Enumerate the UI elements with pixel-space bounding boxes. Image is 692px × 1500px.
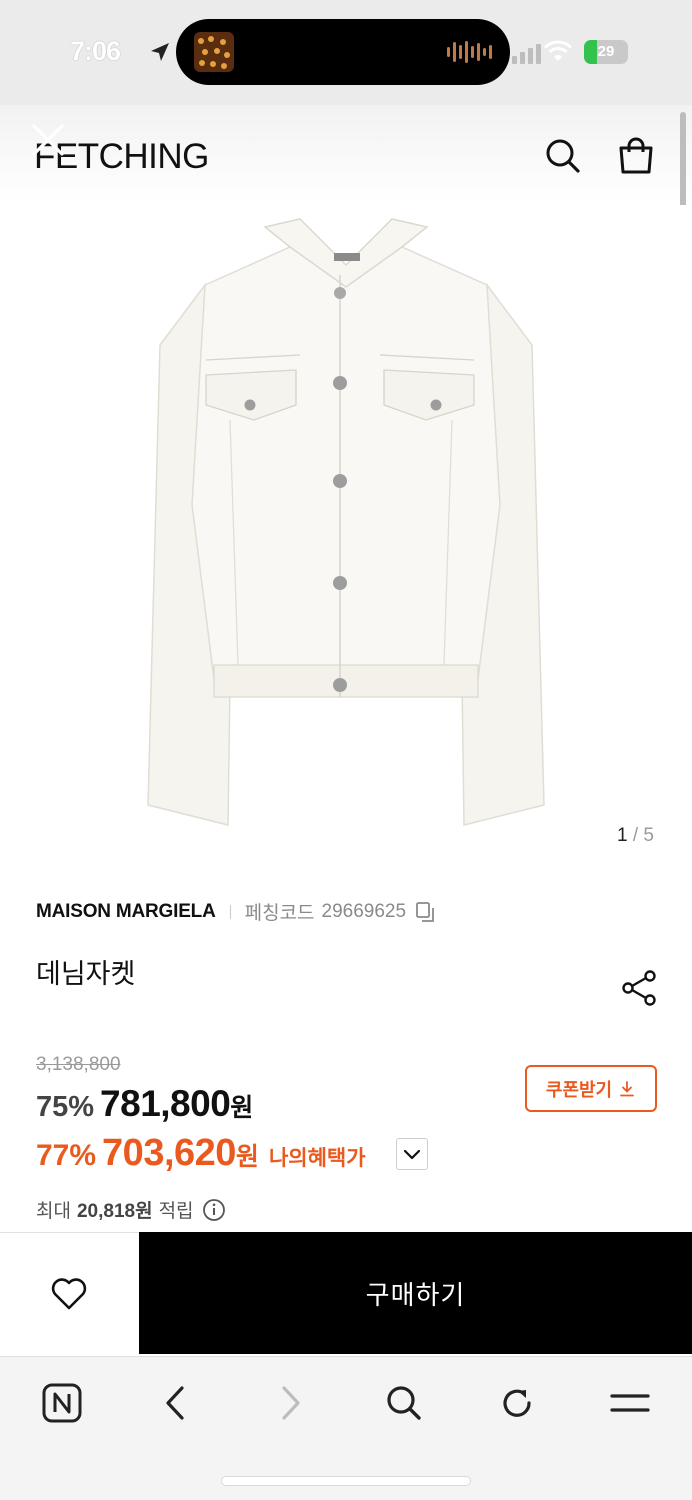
- points-amount: 20,818원: [76, 1201, 153, 1222]
- benefit-price-label: 나의혜택가: [268, 1147, 366, 1170]
- points-prefix: 최대: [36, 1201, 71, 1222]
- search-icon[interactable]: [380, 1379, 428, 1427]
- battery-percent: 29: [597, 43, 615, 60]
- product-image[interactable]: [0, 205, 692, 855]
- dynamic-island[interactable]: [176, 19, 510, 85]
- menu-icon[interactable]: [606, 1379, 654, 1427]
- sale-price: 781,800: [100, 1083, 231, 1124]
- share-icon[interactable]: [620, 968, 660, 1008]
- image-counter: 1 / 5: [617, 825, 654, 847]
- wifi-icon: [543, 40, 573, 61]
- image-counter-separator: /: [632, 825, 639, 846]
- points-line: 최대 20,818원 적립: [36, 1196, 226, 1223]
- brand-name[interactable]: MAISON MARGIELA: [36, 901, 216, 923]
- points-suffix: 적립: [158, 1201, 194, 1222]
- home-indicator[interactable]: [222, 1477, 470, 1485]
- buy-button[interactable]: 구매하기: [139, 1232, 692, 1354]
- image-counter-current: 1: [617, 825, 628, 846]
- benefit-price: 703,620: [102, 1132, 236, 1174]
- benefit-expand-button[interactable]: [396, 1138, 428, 1170]
- benefit-currency-unit: 원: [235, 1143, 259, 1171]
- copy-icon[interactable]: [414, 901, 436, 923]
- back-icon[interactable]: [152, 1379, 200, 1427]
- original-price: 3,138,800: [36, 1054, 121, 1075]
- buy-button-label: 구매하기: [365, 1279, 466, 1310]
- benefit-price-line: 77% 703,620 원 나의혜택가: [36, 1132, 366, 1175]
- heart-icon: [51, 1278, 87, 1310]
- brand-line: MAISON MARGIELA 페칭코드 29669625: [36, 898, 436, 925]
- chevron-down-icon: [403, 1149, 421, 1160]
- status-bar: 7:06 29: [0, 0, 692, 105]
- benefit-discount-rate: 77%: [36, 1139, 97, 1172]
- currency-unit: 원: [230, 1094, 254, 1122]
- shopping-bag-icon[interactable]: [613, 133, 659, 179]
- status-time: 7:06: [70, 36, 121, 66]
- battery-icon: 29: [584, 40, 628, 64]
- cellular-signal-icon: [512, 44, 541, 64]
- wishlist-button[interactable]: [0, 1232, 139, 1354]
- close-icon[interactable]: [28, 120, 68, 160]
- download-icon: [620, 1080, 635, 1096]
- sale-price-line: 75% 781,800 원: [36, 1083, 253, 1125]
- image-counter-total: 5: [643, 825, 654, 846]
- purchase-action-bar: 구매하기: [0, 1232, 692, 1356]
- reload-icon[interactable]: [493, 1379, 541, 1427]
- product-code-label: 페칭코드: [244, 903, 315, 924]
- coupon-download-button[interactable]: 쿠폰받기: [525, 1065, 657, 1112]
- search-icon[interactable]: [540, 133, 586, 179]
- now-playing-artwork: [194, 32, 234, 72]
- divider: [229, 904, 231, 919]
- forward-icon[interactable]: [266, 1379, 314, 1427]
- naver-home-icon[interactable]: [38, 1379, 86, 1427]
- discount-rate: 75%: [36, 1091, 95, 1123]
- info-icon[interactable]: [202, 1198, 226, 1222]
- audio-waveform-icon: [447, 41, 492, 63]
- app-header: FETCHING: [0, 105, 692, 205]
- location-arrow-icon: [151, 43, 169, 61]
- coupon-button-label: 쿠폰받기: [545, 1079, 613, 1100]
- product-code-value: 29669625: [321, 900, 407, 922]
- product-name: 데님자켓: [36, 959, 136, 989]
